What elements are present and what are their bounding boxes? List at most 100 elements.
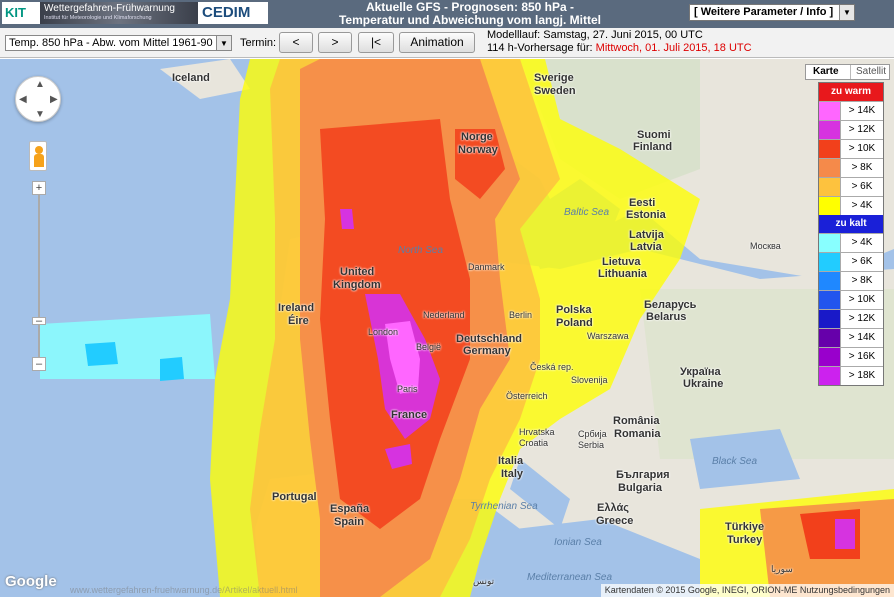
legend-row-cold-1: > 6K: [819, 252, 883, 271]
map-type-control: Karte Satellit: [805, 64, 890, 80]
google-logo[interactable]: Google: [5, 573, 57, 590]
pan-right-icon[interactable]: ▶: [50, 94, 58, 105]
model-run: Modelllauf: Samstag, 27. Juni 2015, 00 U…: [487, 29, 703, 41]
label-nederland: Nederland: [423, 310, 465, 320]
label-london: London: [368, 327, 399, 337]
legend-row-cold-3: > 10K: [819, 290, 883, 309]
legend-row-warm-4: > 6K: [819, 177, 883, 196]
kit-logo[interactable]: KIT: [2, 2, 40, 24]
legend-cold-list: > 4K > 6K > 8K > 10K > 12K > 14K > 16K > 18K: [819, 233, 883, 385]
label-polska: Polska: [556, 304, 592, 316]
map-canvas[interactable]: Iceland Sverige Sweden Norge Norway Suom…: [0, 59, 894, 597]
legend-swatch: [819, 159, 841, 177]
legend-label: > 6K: [851, 256, 873, 267]
label-portugal: Portugal: [272, 491, 317, 503]
map-type-satellit[interactable]: Satellit: [850, 65, 886, 79]
label-ukraine: Ukraine: [683, 378, 724, 390]
legend-row-cold-4: > 12K: [819, 309, 883, 328]
label-spain: Spain: [334, 516, 364, 528]
first-button[interactable]: |<: [358, 32, 394, 53]
label-tunes: تونس: [473, 576, 495, 586]
label-croatia: Croatia: [519, 438, 549, 448]
label-latvia: Latvia: [630, 241, 662, 253]
zoom-slider-handle[interactable]: –: [32, 316, 46, 327]
label-eire: Éire: [288, 315, 309, 327]
label-greece: Greece: [596, 515, 634, 527]
legend-swatch: [819, 234, 841, 252]
forecast-time: Mittwoch, 01. Juli 2015, 18 UTC: [595, 42, 752, 54]
label-united: United: [340, 266, 375, 278]
label-sweden: Sweden: [534, 85, 576, 97]
label-berlin: Berlin: [509, 310, 533, 320]
legend-label: > 16K: [848, 351, 876, 362]
label-ellas: Ελλάς: [597, 502, 629, 514]
label-norge: Norge: [461, 131, 493, 143]
label-italy: Italy: [501, 468, 524, 480]
pan-up-icon[interactable]: ▲: [35, 79, 45, 90]
label-baltic-sea: Baltic Sea: [564, 207, 610, 218]
pegman-body: [34, 154, 44, 167]
label-france: France: [391, 409, 428, 421]
label-poland: Poland: [556, 317, 593, 329]
label-serbia: Serbia: [578, 440, 605, 450]
label-north-sea: North Sea: [398, 245, 444, 256]
label-black-sea: Black Sea: [712, 456, 758, 467]
zoom-slider-track[interactable]: [38, 191, 40, 371]
cold-anomaly-core-1: [85, 342, 118, 366]
next-button[interactable]: >: [318, 32, 352, 53]
prev-button[interactable]: <: [279, 32, 313, 53]
variable-select[interactable]: Temp. 850 hPa - Abw. vom Mittel 1961-90 …: [5, 35, 232, 51]
legend-row-warm-1: > 12K: [819, 120, 883, 139]
cold-anomaly-core-2: [160, 357, 184, 381]
label-turkiye: Türkiye: [725, 521, 765, 533]
animation-button[interactable]: Animation: [399, 32, 475, 53]
url-watermark: www.wettergefahren-fruehwarnung.de/Artik…: [70, 585, 298, 595]
legend-label: > 10K: [848, 294, 876, 305]
wfw-subtitle: Institut für Meteorologie und Klimaforsc…: [44, 15, 152, 21]
wfw-title: Wettergefahren-Frühwarnung: [44, 3, 175, 14]
label-germany: Germany: [463, 345, 511, 357]
label-danmark: Danmark: [468, 262, 505, 272]
wfw-logo[interactable]: Wettergefahren-Frühwarnung Institut für …: [40, 2, 198, 24]
label-romania-en: Romania: [614, 428, 661, 440]
legend-swatch: [819, 310, 841, 328]
legend-row-warm-2: > 10K: [819, 139, 883, 158]
zoom-out-button[interactable]: –: [32, 357, 46, 371]
pan-control[interactable]: ▲ ▼ ◀ ▶: [15, 76, 61, 122]
forecast-time-line: 114 h-Vorhersage für: Mittwoch, 01. Juli…: [487, 42, 752, 55]
cold-anomaly: [40, 314, 215, 379]
map-type-karte[interactable]: Karte: [813, 65, 839, 79]
header-bar: KIT Wettergefahren-Frühwarnung Institut …: [0, 0, 894, 28]
label-cesko: Česká rep.: [530, 362, 574, 372]
pan-down-icon[interactable]: ▼: [35, 109, 45, 120]
title-line-2: Temperatur und Abweichung vom langj. Mit…: [338, 13, 601, 27]
label-tyrrhenian: Tyrrhenian Sea: [470, 501, 538, 512]
zoom-in-button[interactable]: +: [32, 181, 46, 195]
legend-cold-title: zu kalt: [819, 215, 883, 233]
warm-turkey-12k: [835, 519, 855, 549]
legend-label: > 4K: [851, 237, 873, 248]
label-moskva: Москва: [750, 241, 781, 251]
label-ireland: Ireland: [278, 302, 315, 314]
forecast-prefix: 114 h-Vorhersage für:: [487, 42, 596, 54]
label-belgie: België: [416, 342, 442, 352]
legend-swatch: [819, 197, 841, 215]
legend-label: > 14K: [848, 105, 876, 116]
street-view-pegman-icon[interactable]: [29, 141, 47, 171]
legend-swatch: [819, 367, 841, 385]
page-title: Aktuelle GFS - Prognosen: 850 hPa - Temp…: [300, 1, 640, 27]
legend-row-cold-2: > 8K: [819, 271, 883, 290]
label-warszawa: Warszawa: [587, 331, 629, 341]
legend-swatch: [819, 140, 841, 158]
pan-left-icon[interactable]: ◀: [19, 94, 27, 105]
pegman-head: [35, 146, 43, 154]
label-slovenia: Slovenija: [571, 375, 608, 385]
color-legend: zu warm > 14K > 12K > 10K > 8K > 6K > 4K zu k…: [818, 82, 884, 386]
cedim-logo[interactable]: CEDIM: [198, 2, 268, 24]
label-lithuania: Lithuania: [598, 268, 647, 280]
variable-select-value: Temp. 850 hPa - Abw. vom Mittel 1961-90: [9, 37, 213, 49]
legend-swatch: [819, 121, 841, 139]
label-iceland: Iceland: [172, 72, 210, 84]
more-parameters-select[interactable]: [ Weitere Parameter / Info ] ▼: [689, 4, 855, 21]
map-attribution[interactable]: Kartendaten © 2015 Google, INEGI, ORION-…: [600, 584, 894, 597]
